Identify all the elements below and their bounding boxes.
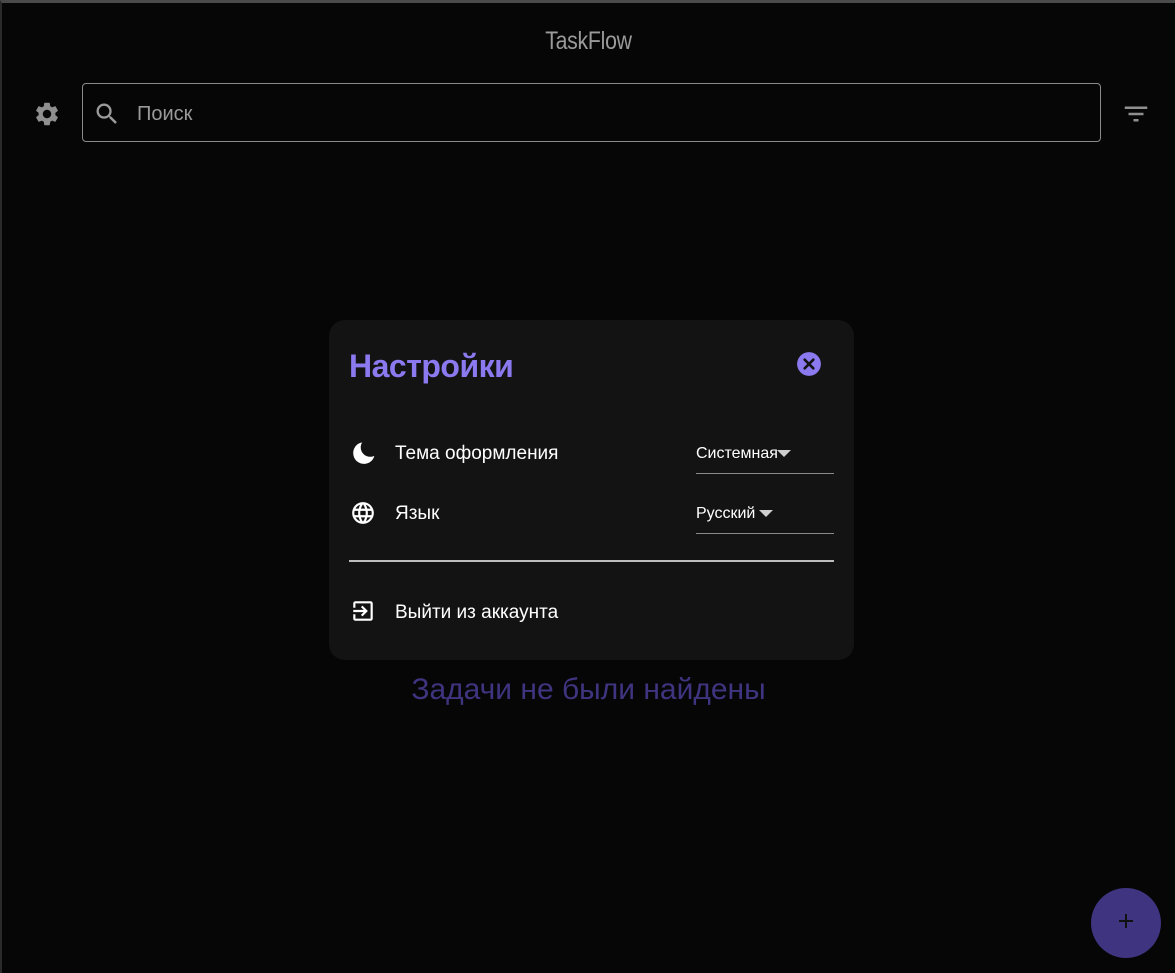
language-label: Язык (395, 503, 440, 524)
theme-select-value: Системная (696, 445, 778, 462)
gear-icon (33, 100, 61, 133)
theme-select[interactable]: Системная (696, 433, 834, 474)
divider (349, 560, 834, 562)
logout-label: Выйти из аккаунта (395, 602, 559, 623)
add-task-button[interactable] (1091, 888, 1161, 958)
theme-setting-row: Тема оформления Системная (349, 433, 834, 474)
search-field[interactable] (82, 83, 1101, 142)
filter-button[interactable] (1120, 101, 1152, 131)
language-select[interactable]: Русский (696, 493, 834, 534)
dialog-title: Настройки (349, 348, 514, 384)
globe-icon (349, 499, 377, 527)
search-icon (93, 100, 121, 128)
logout-button[interactable]: Выйти из аккаунта (349, 594, 834, 630)
settings-dialog: Настройки Тема оформления Системная Язык… (329, 320, 854, 660)
close-circle-icon (796, 351, 822, 382)
dropdown-arrow-icon (777, 450, 791, 457)
app-window: TaskFlow Задачи не были найдены (0, 0, 1175, 973)
theme-label: Тема оформления (395, 443, 559, 464)
app-title: TaskFlow (545, 27, 632, 55)
close-button[interactable] (796, 351, 822, 382)
search-input[interactable] (135, 92, 1079, 136)
moon-icon (349, 439, 377, 467)
dropdown-arrow-icon (759, 510, 773, 517)
logout-icon (349, 597, 377, 625)
settings-button[interactable] (32, 101, 62, 131)
language-setting-row: Язык Русский (349, 493, 834, 534)
empty-state-message: Задачи не были найдены (411, 673, 766, 706)
plus-icon (1114, 909, 1138, 938)
language-select-value: Русский (696, 505, 756, 522)
filter-icon (1121, 99, 1151, 134)
